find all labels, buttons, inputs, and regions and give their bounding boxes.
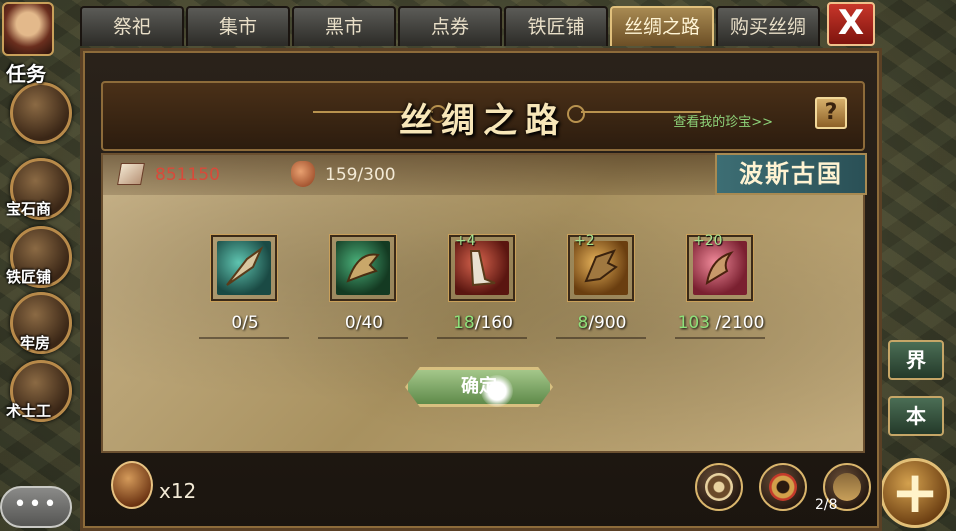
count-underline (318, 337, 408, 339)
tab-black-market[interactable]: 黑市 (292, 6, 396, 46)
item-need: /40 (355, 313, 384, 333)
gem-shop-label: 宝石商 (6, 200, 52, 218)
panel-footer: x12 2/8 (101, 457, 871, 529)
item-plus: +20 (693, 233, 723, 249)
item-slot[interactable]: 0/5 (195, 235, 314, 345)
tab-sacrifice[interactable]: 祭祀 (80, 6, 184, 46)
task-label: 任务 (6, 62, 46, 86)
item-slot[interactable]: +4 18/160 (433, 233, 552, 345)
silk-road-panel: 丝绸之路 查看我的珍宝>> ? 851150 159/300 波斯古国 0/5 (80, 48, 882, 531)
silk-road-map: 851150 159/300 波斯古国 0/5 0/40 +4 18/160 +… (101, 153, 867, 453)
film-reel-button[interactable] (695, 463, 743, 511)
item-count: 8/900 (552, 313, 652, 333)
left-side-menu: 任务 宝石商 铁匠铺 牢房 术士工 (0, 0, 80, 531)
red-hook-icon (693, 241, 747, 295)
item-count: 0/5 (195, 313, 295, 333)
sorcerer-label: 术士工 (6, 402, 52, 420)
item-frame: +2 (568, 233, 634, 301)
item-frame (211, 235, 277, 301)
item-frame (330, 235, 396, 301)
count-underline (437, 337, 527, 339)
item-slot[interactable]: 0/40 (314, 235, 433, 345)
item-need: /5 (242, 313, 259, 333)
expand-plus-button[interactable]: + (880, 458, 950, 528)
item-count: 18/160 (433, 313, 533, 333)
world-button[interactable]: 界 (888, 340, 944, 380)
book-icon (117, 163, 145, 185)
item-count: 103 /2100 (671, 313, 771, 333)
tab-blacksmith[interactable]: 铁匠铺 (504, 6, 608, 46)
help-button[interactable]: ? (815, 97, 847, 129)
title-band: 丝绸之路 查看我的珍宝>> ? (101, 81, 865, 151)
item-plus: +2 (574, 233, 595, 249)
item-have: 18 (453, 313, 475, 333)
token-quantity: x12 (159, 479, 197, 503)
item-need: /2100 (710, 313, 765, 333)
item-plus: +4 (455, 233, 476, 249)
region-name: 波斯古国 (715, 153, 867, 195)
task-button[interactable] (10, 82, 72, 144)
item-have: 0 (344, 313, 356, 333)
token-icon (111, 461, 153, 509)
close-button[interactable]: X (827, 2, 875, 46)
tab-market[interactable]: 集市 (186, 6, 290, 46)
gold-claw-icon (574, 241, 628, 295)
confirm-button[interactable]: 确定 (405, 367, 553, 407)
green-claw-icon (336, 241, 390, 295)
blacksmith-label: 铁匠铺 (6, 268, 52, 286)
ring-icon (769, 473, 797, 501)
money-bag-icon (291, 161, 315, 187)
item-slot[interactable]: +20 103 /2100 (671, 233, 790, 345)
item-need: /160 (474, 313, 513, 333)
resource-value: 851150 (155, 165, 220, 185)
item-list: 0/5 0/40 +4 18/160 +2 8/900 +20 103 /210… (195, 233, 790, 345)
tap-highlight (481, 375, 513, 407)
item-frame: +20 (687, 233, 753, 301)
tab-vouchers[interactable]: 点券 (398, 6, 502, 46)
item-have: 8 (577, 313, 589, 333)
green-dagger-icon (217, 241, 271, 295)
count-underline (556, 337, 646, 339)
instance-button[interactable]: 本 (888, 396, 944, 436)
item-count: 0/40 (314, 313, 414, 333)
count-underline (675, 337, 765, 339)
ring-button[interactable] (759, 463, 807, 511)
red-blade-icon (455, 241, 509, 295)
count-underline (199, 337, 289, 339)
item-frame: +4 (449, 233, 515, 301)
tab-silk-road[interactable]: 丝绸之路 (610, 6, 714, 46)
view-treasure-link[interactable]: 查看我的珍宝>> (673, 111, 773, 130)
item-need: /900 (588, 313, 627, 333)
item-have: 103 (677, 313, 711, 333)
chat-button[interactable]: ••• (0, 486, 72, 528)
slot-count: 2/8 (815, 497, 838, 513)
player-avatar[interactable] (2, 2, 54, 56)
shop-tab-bar: 祭祀 集市 黑市 点券 铁匠铺 丝绸之路 购买丝绸 (80, 6, 876, 48)
tab-buy-silk[interactable]: 购买丝绸 (716, 6, 820, 46)
item-have: 0 (231, 313, 243, 333)
bag-value: 159/300 (325, 165, 396, 185)
item-slot[interactable]: +2 8/900 (552, 233, 671, 345)
resource-bar: 851150 159/300 波斯古国 (103, 153, 867, 195)
film-reel-icon (705, 473, 733, 501)
